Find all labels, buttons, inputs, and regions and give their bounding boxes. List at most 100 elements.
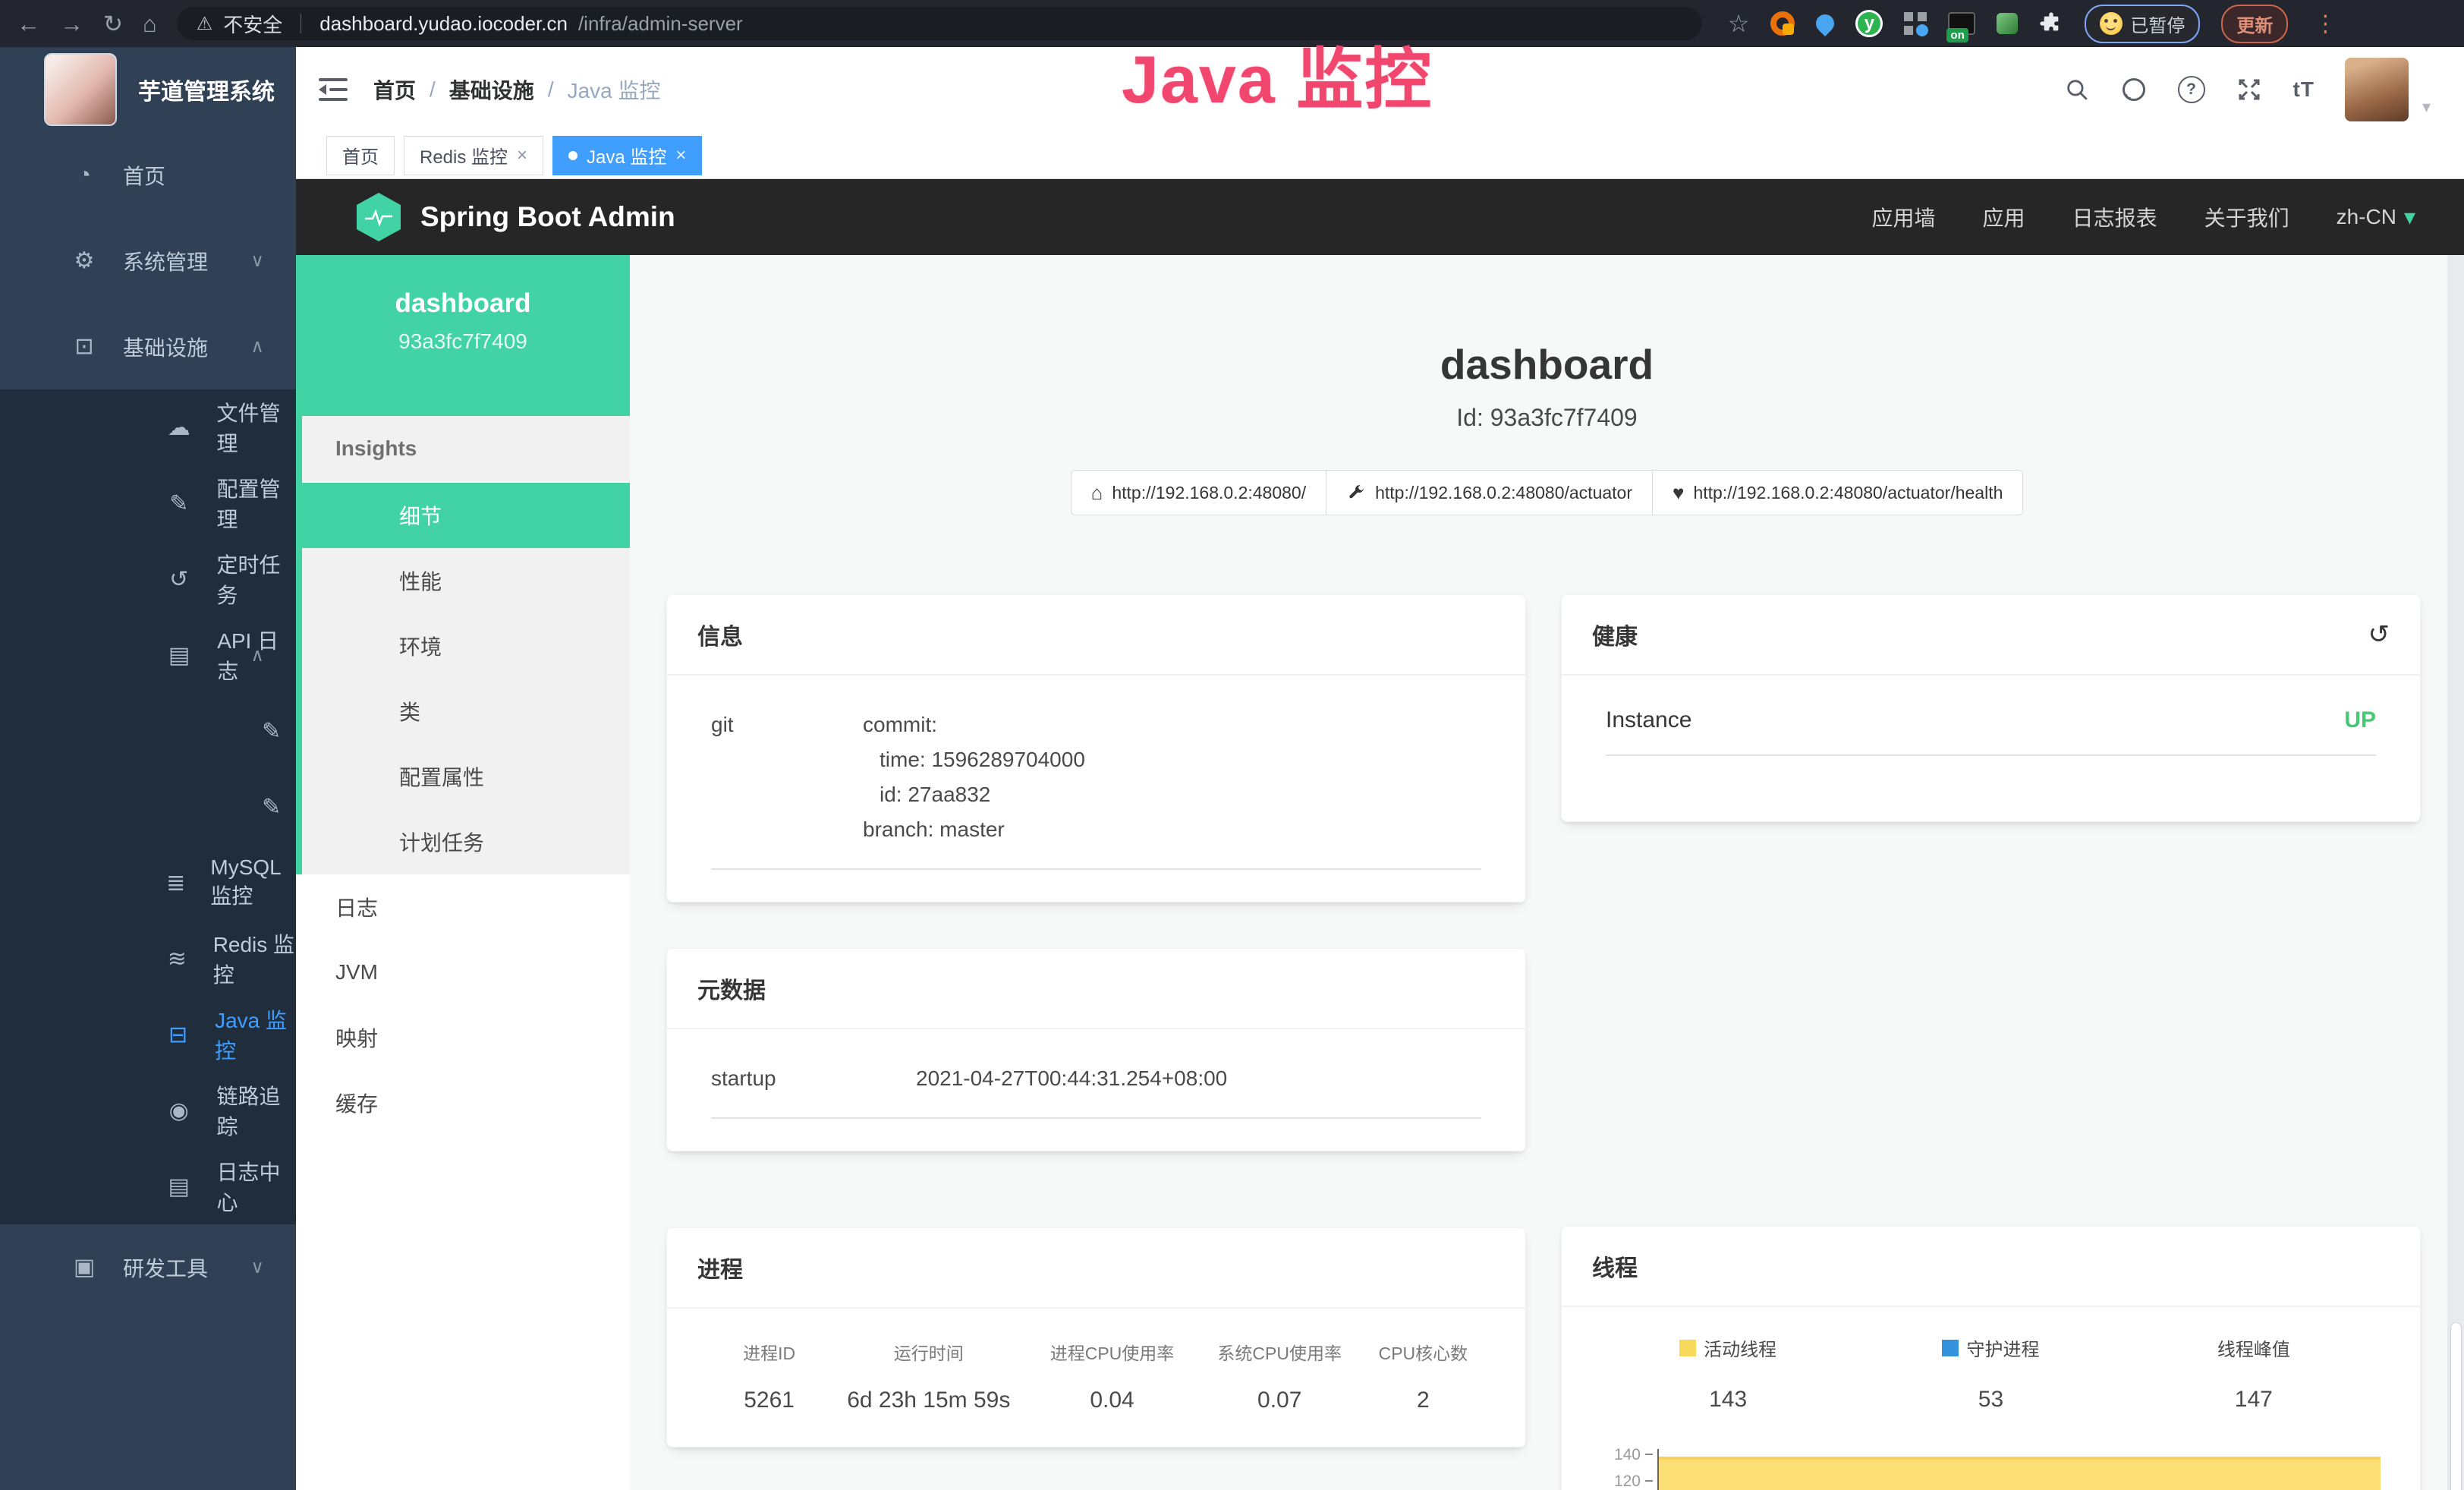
- sba-item-config-props[interactable]: 配置属性: [302, 744, 630, 809]
- startup-value: 2021-04-27T00:44:31.254+08:00: [916, 1061, 1227, 1096]
- caret-down-icon: ▾: [2422, 97, 2431, 117]
- cards-right-column: 健康 ↺ Instance UP: [1561, 594, 2421, 1490]
- sidebar-item-mysql-monitor[interactable]: ≣ MySQL 监控: [0, 845, 296, 921]
- url-path: /infra/admin-server: [578, 12, 743, 36]
- fullscreen-icon[interactable]: [2236, 76, 2263, 103]
- sidebar-item-config-management[interactable]: ✎ 配置管理: [0, 465, 296, 541]
- sba-nav-about[interactable]: 关于我们: [2204, 202, 2289, 232]
- history-icon[interactable]: ↺: [2368, 619, 2390, 650]
- sba-item-metrics[interactable]: 性能: [302, 548, 630, 613]
- sidebar-item-redis-monitor[interactable]: ≋ Redis 监控: [0, 921, 296, 997]
- scrollbar-thumb[interactable]: [2450, 1322, 2462, 1490]
- extension-orange-icon[interactable]: [1770, 11, 1795, 36]
- github-icon[interactable]: [2120, 76, 2148, 103]
- sidebar-item-scheduled-tasks[interactable]: ↺ 定时任务: [0, 541, 296, 617]
- back-icon[interactable]: ←: [17, 12, 40, 36]
- column-header: 系统CPU使用率: [1208, 1339, 1352, 1365]
- user-avatar[interactable]: [2345, 58, 2409, 121]
- sba-item-scheduled-tasks[interactable]: 计划任务: [302, 809, 630, 874]
- sidebar-item-api-logs[interactable]: ▤ API 日志 ∧: [0, 617, 296, 693]
- sba-item-classes[interactable]: 类: [302, 679, 630, 744]
- breadcrumb-infrastructure[interactable]: 基础设施: [449, 74, 534, 105]
- extension-grid-icon[interactable]: [1904, 12, 1927, 35]
- instance-url-buttons: ⌂ http://192.168.0.2:48080/ http://192.1…: [630, 470, 2464, 515]
- sba-nav-journal[interactable]: 日志报表: [2072, 202, 2157, 232]
- tab-label: 首页: [342, 142, 379, 169]
- sidebar-item-log-center[interactable]: ▤ 日志中心: [0, 1148, 296, 1224]
- service-url-button[interactable]: ⌂ http://192.168.0.2:48080/: [1071, 470, 1327, 515]
- cards-grid: 信息 git commit: time: 1596289704000 id: 2…: [630, 515, 2464, 1490]
- address-bar[interactable]: ⚠ 不安全 dashboard.yudao.iocoder.cn/infra/a…: [177, 7, 1702, 40]
- sidebar-item-label: 日志中心: [216, 1156, 296, 1217]
- sidebar-item-dev-tools[interactable]: ▣ 研发工具 ∨: [0, 1224, 296, 1310]
- close-icon[interactable]: ×: [675, 145, 686, 166]
- instance-health-row[interactable]: Instance UP: [1606, 707, 2376, 733]
- search-icon[interactable]: [2064, 77, 2090, 102]
- insights-section-label: Insights: [302, 416, 630, 483]
- sidebar-item-label: MySQL 监控: [210, 855, 296, 910]
- sba-item-logs[interactable]: 日志: [296, 874, 630, 940]
- heartbeat-icon: ♥: [1673, 481, 1684, 505]
- sidebar-item-error-logs[interactable]: ✎ 错误日志: [0, 769, 296, 845]
- sba-item-caches[interactable]: 缓存: [296, 1070, 630, 1136]
- tab-redis-monitor[interactable]: Redis 监控 ×: [404, 136, 543, 175]
- breadcrumb-home[interactable]: 首页: [373, 74, 416, 105]
- home-icon[interactable]: ⌂: [143, 12, 157, 36]
- help-icon[interactable]: ?: [2178, 76, 2205, 103]
- sidebar-item-system[interactable]: ⚙ 系统管理 ∨: [0, 218, 296, 304]
- page-scrollbar[interactable]: [2447, 47, 2464, 1490]
- spring-boot-admin-title: Spring Boot Admin: [420, 201, 675, 233]
- sba-nav-applications[interactable]: 应用: [1983, 202, 2025, 232]
- sidebar-item-file-management[interactable]: ☁ 文件管理: [0, 389, 296, 465]
- sidebar-item-tracing[interactable]: ◉ 链路追踪: [0, 1073, 296, 1148]
- extension-pin-icon[interactable]: [1812, 11, 1838, 36]
- sba-item-details[interactable]: 细节: [302, 483, 630, 548]
- spring-boot-admin-logo-icon[interactable]: [357, 193, 401, 241]
- sba-nav-wallboard[interactable]: 应用墙: [1872, 202, 1936, 232]
- legend-label: 守护进程: [1966, 1334, 2039, 1361]
- profile-paused-pill[interactable]: 已暂停: [2085, 5, 2200, 43]
- tick-mark: [1645, 1480, 1653, 1482]
- threads-card-title: 线程: [1592, 1249, 1638, 1283]
- bookmark-star-icon[interactable]: ☆: [1728, 9, 1750, 38]
- collapse-sidebar-icon[interactable]: [319, 78, 348, 101]
- cards-left-column: 信息 git commit: time: 1596289704000 id: 2…: [666, 594, 1526, 1447]
- sidebar-item-label: Redis 监控: [213, 928, 296, 989]
- process-table: 进程ID 运行时间 进程CPU使用率 系统CPU使用率 CPU核心数 5261 …: [697, 1339, 1495, 1413]
- legend-daemon-threads[interactable]: 守护进程: [1859, 1334, 2122, 1361]
- sba-item-jvm[interactable]: JVM: [296, 940, 630, 1005]
- sba-item-environment[interactable]: 环境: [302, 613, 630, 679]
- instance-id: 93a3fc7f7409: [296, 329, 630, 354]
- sidebar-item-home[interactable]: ◔ 首页: [0, 132, 296, 218]
- close-icon[interactable]: ×: [517, 145, 527, 166]
- legend-live-threads[interactable]: 活动线程: [1597, 1334, 1859, 1361]
- update-button[interactable]: 更新: [2221, 5, 2288, 43]
- sidebar-item-access-logs[interactable]: ✎ 访问日志: [0, 693, 296, 769]
- git-info-row: git commit: time: 1596289704000 id: 27aa…: [711, 707, 1481, 847]
- extension-leaf-icon[interactable]: [1997, 13, 2018, 34]
- forward-icon[interactable]: →: [60, 12, 83, 36]
- font-size-icon[interactable]: tT: [2293, 77, 2315, 102]
- tab-java-monitor[interactable]: Java 监控 ×: [552, 136, 702, 175]
- sidebar-item-java-monitor[interactable]: ⊟ Java 监控: [0, 997, 296, 1073]
- legend-peak-threads: 线程峰值: [2123, 1334, 2385, 1361]
- extensions-puzzle-icon[interactable]: [2039, 11, 2063, 36]
- breadcrumb-current: Java 监控: [568, 74, 661, 105]
- reload-icon[interactable]: ↻: [103, 12, 123, 36]
- infrastructure-submenu: ☁ 文件管理 ✎ 配置管理 ↺ 定时任务 ▤ API 日志 ∧ ✎ 访问日志 ✎: [0, 389, 296, 1224]
- sidebar-item-label: 基础设施: [123, 332, 208, 362]
- system-cpu-usage: 0.07: [1208, 1388, 1352, 1413]
- wrench-icon: [1346, 483, 1366, 502]
- browser-menu-icon[interactable]: ⋮: [2314, 11, 2337, 37]
- tab-home[interactable]: 首页: [326, 136, 395, 175]
- locale-selector[interactable]: zh-CN ▾: [2337, 204, 2415, 231]
- extension-y-icon[interactable]: y: [1855, 10, 1883, 37]
- sba-item-mappings[interactable]: 映射: [296, 1005, 630, 1070]
- update-label: 更新: [2236, 11, 2273, 37]
- health-url-button[interactable]: ♥ http://192.168.0.2:48080/actuator/heal…: [1652, 470, 2023, 515]
- app-logo[interactable]: 芋道管理系统: [0, 47, 296, 132]
- blue-swatch-icon: [1942, 1340, 1959, 1356]
- actuator-url-button[interactable]: http://192.168.0.2:48080/actuator: [1326, 470, 1653, 515]
- extension-switch-icon[interactable]: on: [1948, 12, 1975, 35]
- sidebar-item-infrastructure[interactable]: ⊡ 基础设施 ∧: [0, 304, 296, 389]
